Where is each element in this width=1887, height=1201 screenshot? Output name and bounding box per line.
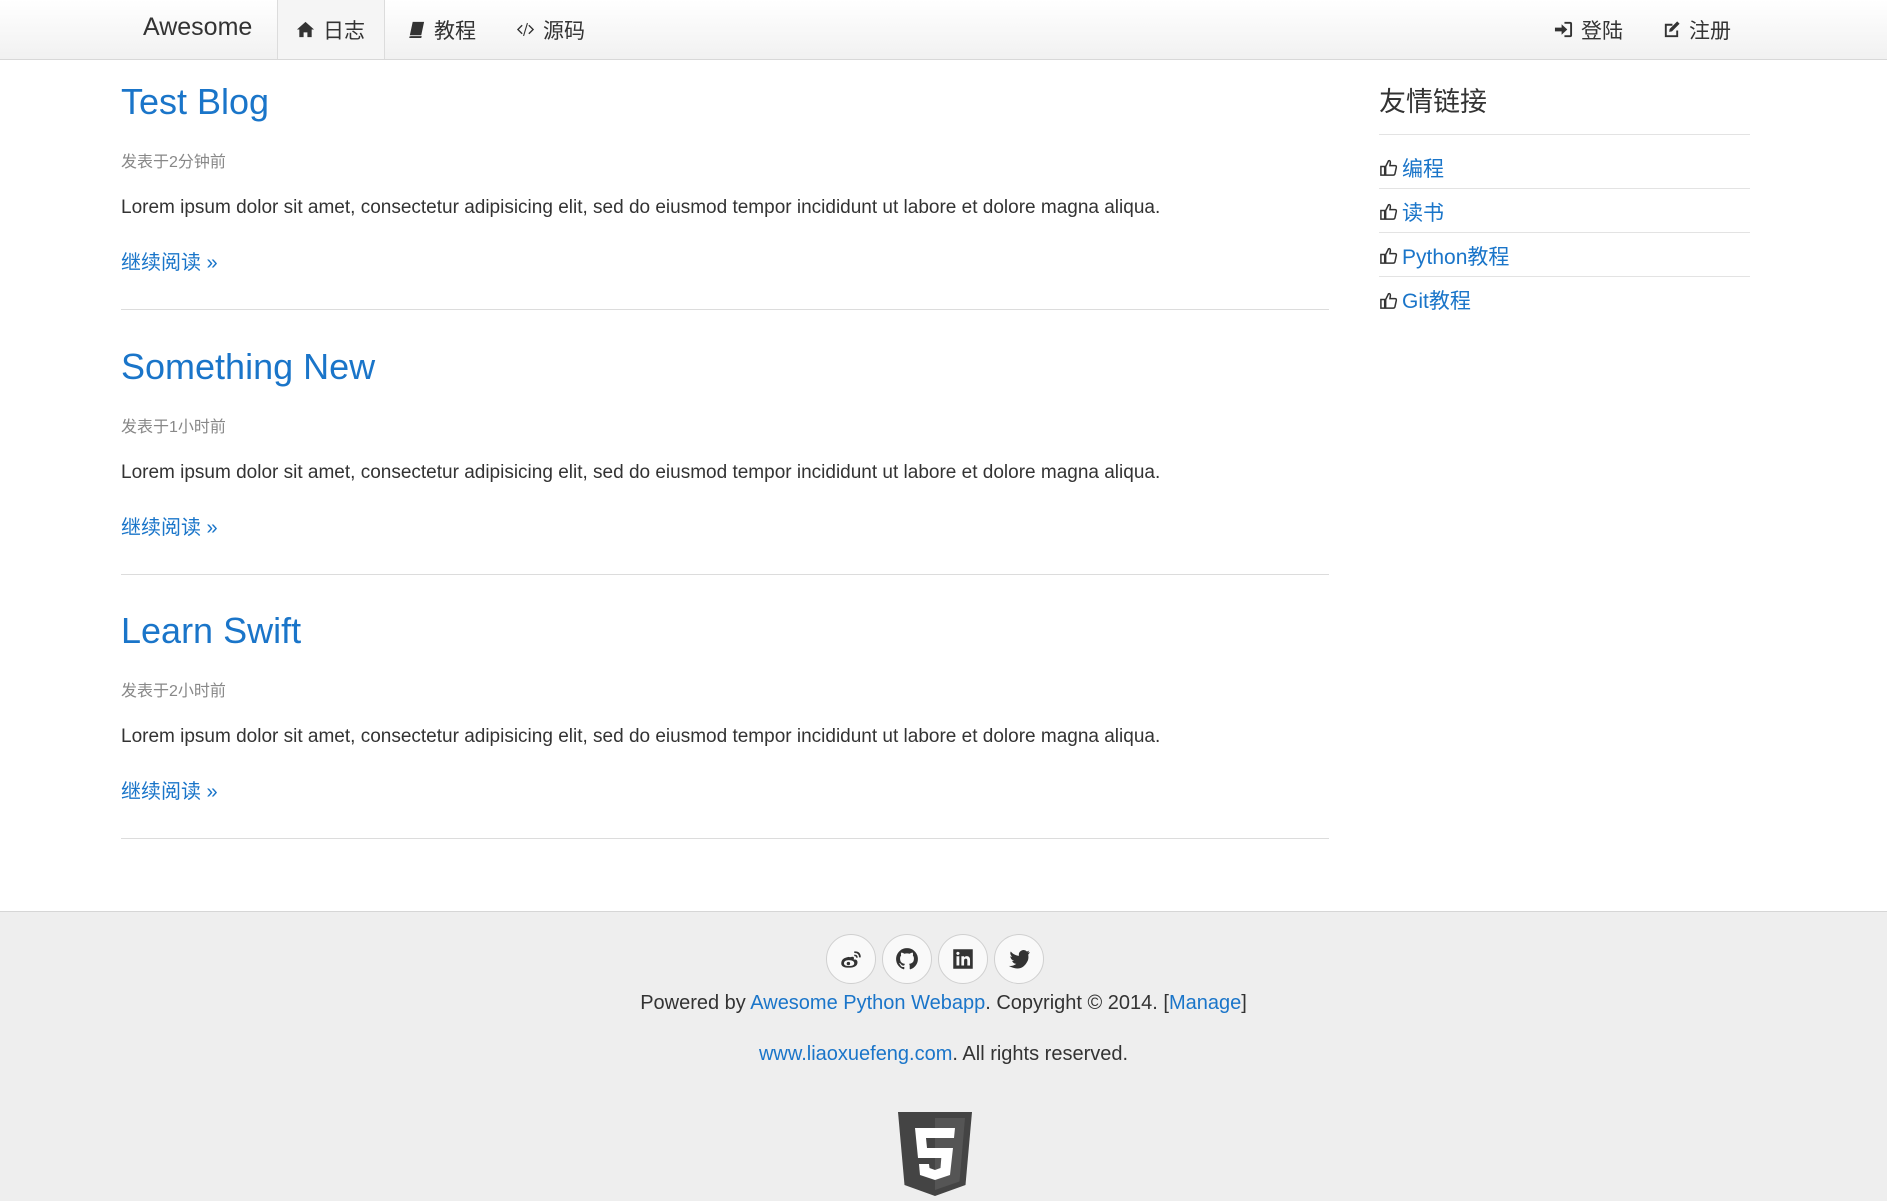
nav-item-tutorials[interactable]: 教程: [389, 0, 494, 59]
read-more-link[interactable]: 继续阅读 »: [121, 511, 218, 540]
nav-item-label: 教程: [434, 19, 476, 43]
nav-item-signin[interactable]: 登陆: [1536, 0, 1641, 59]
sign-in-icon: [1554, 21, 1573, 38]
thumbs-up-icon: [1380, 203, 1398, 220]
sidebar-link-python-tutorial[interactable]: Python教程: [1379, 233, 1750, 277]
copyright-text: . Copyright © 2014. [: [985, 992, 1169, 1014]
weibo-button[interactable]: [826, 934, 876, 984]
sidebar-link-git-tutorial[interactable]: Git教程: [1379, 277, 1750, 321]
linkedin-button[interactable]: [938, 934, 988, 984]
article-meta: 发表于2小时前: [121, 683, 226, 700]
read-more-link[interactable]: 继续阅读 »: [121, 775, 218, 804]
article-summary: Lorem ipsum dolor sit amet, consectetur …: [121, 726, 1161, 747]
thumbs-up-icon: [1380, 159, 1398, 176]
weibo-icon: [841, 951, 861, 968]
read-more-link[interactable]: 继续阅读 »: [121, 246, 218, 275]
article-meta: 发表于2分钟前: [121, 154, 226, 171]
article-title-link[interactable]: Learn Swift: [121, 610, 301, 651]
footer-rights: www.liaoxuefeng.com. All rights reserved…: [0, 1043, 1887, 1066]
webapp-link[interactable]: Awesome Python Webapp: [750, 992, 985, 1014]
nav-item-label: 登陆: [1581, 19, 1623, 43]
manage-link[interactable]: Manage: [1169, 992, 1241, 1014]
thumbs-up-icon: [1380, 247, 1398, 264]
article-card: Something New 发表于1小时前 Lorem ipsum dolor …: [121, 345, 1329, 575]
thumbs-up-icon: [1380, 292, 1398, 309]
nav-item-source[interactable]: 源码: [498, 0, 603, 59]
home-icon: [296, 21, 315, 38]
github-icon: [896, 948, 918, 970]
social-links: [826, 934, 1044, 984]
nav-item-register[interactable]: 注册: [1644, 0, 1749, 59]
nav-item-blogs[interactable]: 日志: [277, 0, 385, 59]
twitter-icon: [1008, 950, 1030, 969]
footer-copyright: Powered by Awesome Python Webapp. Copyri…: [0, 992, 1887, 1015]
sidebar-title: 友情链接: [1379, 80, 1750, 135]
article-summary: Lorem ipsum dolor sit amet, consectetur …: [121, 197, 1161, 218]
github-button[interactable]: [882, 934, 932, 984]
sidebar-link-label: 读书: [1402, 201, 1444, 225]
article-title-link[interactable]: Something New: [121, 346, 375, 387]
article-card: Learn Swift 发表于2小时前 Lorem ipsum dolor si…: [121, 609, 1329, 839]
friend-links-sidebar: 友情链接 编程 读书 Python教程 Git教程: [1379, 80, 1750, 321]
article-meta: 发表于1小时前: [121, 419, 226, 436]
sidebar-link-label: 编程: [1402, 157, 1444, 181]
rights-text: . All rights reserved.: [952, 1043, 1129, 1065]
article-summary: Lorem ipsum dolor sit amet, consectetur …: [121, 462, 1161, 483]
sidebar-link-programming[interactable]: 编程: [1379, 145, 1750, 189]
bracket-text: ]: [1241, 992, 1247, 1014]
twitter-button[interactable]: [994, 934, 1044, 984]
code-icon: [516, 22, 535, 37]
top-navbar: Awesome 日志 教程 源码 登陆 注册: [0, 0, 1887, 60]
html5-icon: [898, 1112, 972, 1196]
sidebar-link-label: Git教程: [1402, 290, 1471, 313]
nav-item-label: 注册: [1689, 19, 1731, 43]
article-title-link[interactable]: Test Blog: [121, 81, 269, 122]
article-card: Test Blog 发表于2分钟前 Lorem ipsum dolor sit …: [121, 80, 1329, 310]
sidebar-link-label: Python教程: [1402, 245, 1510, 269]
nav-item-label: 日志: [323, 19, 365, 43]
sidebar-link-reading[interactable]: 读书: [1379, 189, 1750, 233]
nav-item-label: 源码: [543, 19, 585, 43]
site-link[interactable]: www.liaoxuefeng.com: [759, 1043, 952, 1065]
book-icon: [409, 21, 425, 39]
powered-by-text: Powered by: [640, 992, 751, 1014]
edit-icon: [1664, 21, 1680, 38]
linkedin-icon: [953, 949, 973, 969]
brand-link[interactable]: Awesome: [143, 13, 252, 42]
